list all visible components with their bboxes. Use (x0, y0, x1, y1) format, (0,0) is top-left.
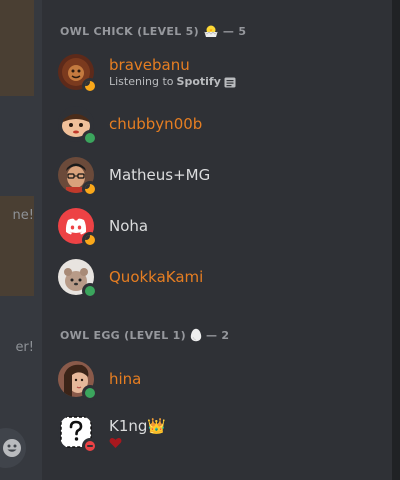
member-item[interactable]: bravebanu Listening to Spotify (58, 50, 378, 94)
egg-icon (190, 328, 202, 342)
member-name: hina (109, 370, 142, 388)
group-label: OWL CHICK (LEVEL 5) (60, 24, 199, 38)
scrollbar-track[interactable] (392, 0, 400, 480)
member-name: Matheus+MG (109, 166, 211, 184)
member-item[interactable]: QuokkaKami (58, 255, 378, 299)
activity-app: Spotify (176, 75, 221, 88)
smiley-icon (3, 439, 21, 457)
hatching-chick-icon (203, 24, 219, 38)
chat-message-fragment: ne! (12, 208, 34, 223)
member-item[interactable]: chubbyn00b (58, 102, 378, 146)
avatar (58, 106, 98, 146)
chat-message-fragment: er! (15, 340, 34, 355)
member-group-header: OWL EGG (LEVEL 1) — 2 (60, 328, 229, 342)
rich-presence-icon (224, 77, 236, 88)
activity-prefix: Listening to (109, 75, 174, 88)
avatar (58, 259, 98, 299)
emoji-picker-button[interactable] (0, 428, 26, 468)
idle-status-icon (82, 78, 98, 94)
member-name: Noha (109, 217, 149, 235)
member-group-header: OWL CHICK (LEVEL 5) — 5 (60, 24, 246, 38)
member-name: K1ng👑 (109, 416, 167, 435)
member-name: bravebanu (109, 56, 190, 74)
member-item[interactable]: K1ng👑 (58, 410, 378, 454)
group-count: — 2 (205, 328, 230, 342)
avatar (58, 157, 98, 197)
member-name: chubbyn00b (109, 115, 203, 133)
online-status-icon (82, 130, 98, 146)
dnd-status-icon (82, 438, 98, 454)
online-status-icon (82, 385, 98, 401)
member-item[interactable]: Matheus+MG (58, 153, 378, 197)
online-status-icon (82, 283, 98, 299)
chat-embed-card (0, 0, 34, 96)
member-name: QuokkaKami (109, 268, 204, 286)
member-item[interactable]: Noha (58, 204, 378, 248)
avatar (58, 54, 98, 94)
avatar (58, 208, 98, 248)
member-list: OWL CHICK (LEVEL 5) — 5 bravebanu Listen… (42, 0, 392, 480)
idle-status-icon (82, 232, 98, 248)
member-item[interactable]: hina (58, 357, 378, 401)
avatar (58, 414, 98, 454)
chat-pane: ne! er! (0, 0, 42, 480)
group-count: — 5 (222, 24, 247, 38)
member-activity: Listening to Spotify (109, 75, 236, 89)
heart-icon (109, 437, 166, 449)
avatar (58, 361, 98, 401)
group-label: OWL EGG (LEVEL 1) (60, 328, 186, 342)
idle-status-icon (82, 181, 98, 197)
